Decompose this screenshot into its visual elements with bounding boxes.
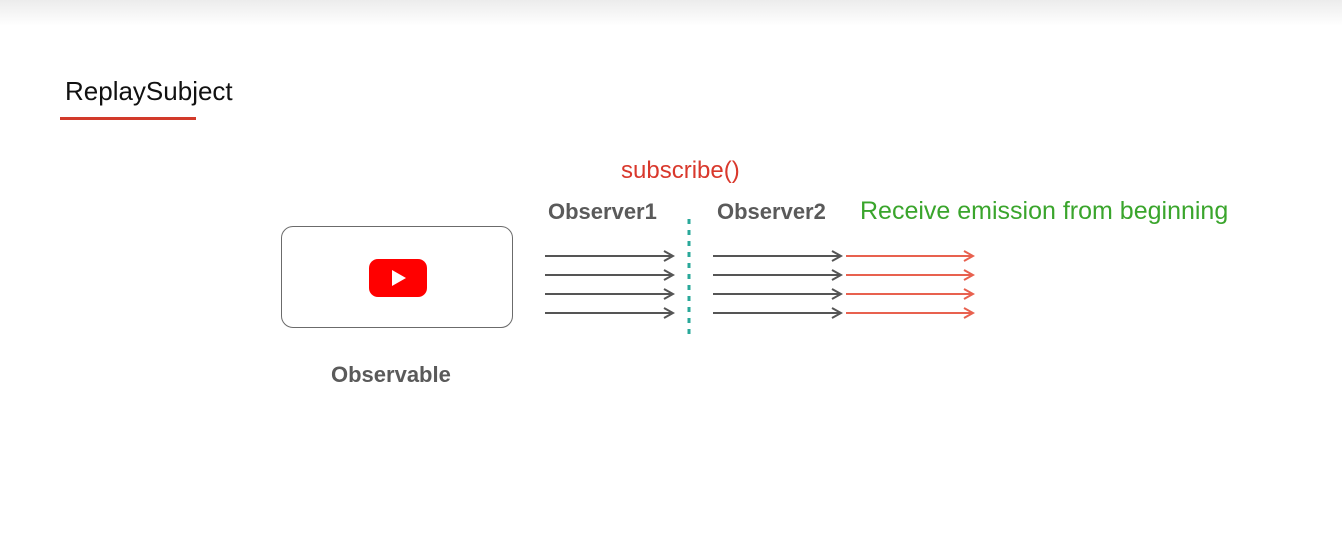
slide: ReplaySubject Observable subscribe() Obs…: [0, 0, 1342, 557]
observer1-arrows: [545, 256, 673, 313]
replay-arrows: [846, 256, 973, 313]
emission-arrows: [545, 219, 1342, 336]
observer2-arrows: [713, 256, 841, 313]
